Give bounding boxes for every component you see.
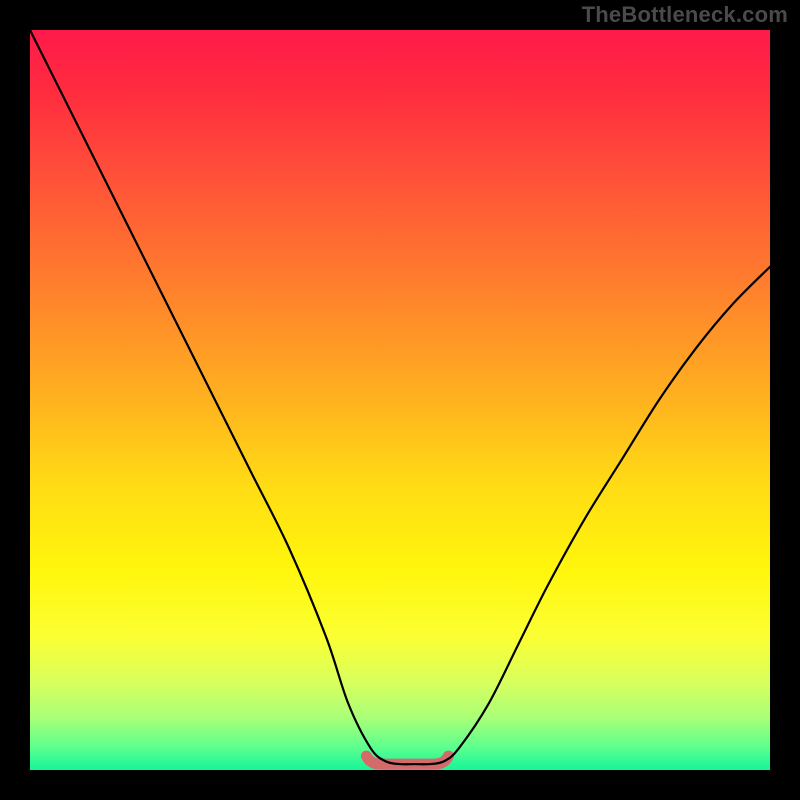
plot-area	[30, 30, 770, 770]
watermark-text: TheBottleneck.com	[582, 2, 788, 28]
curve-svg	[30, 30, 770, 770]
bottleneck-curve	[30, 30, 770, 764]
chart-frame: TheBottleneck.com	[0, 0, 800, 800]
